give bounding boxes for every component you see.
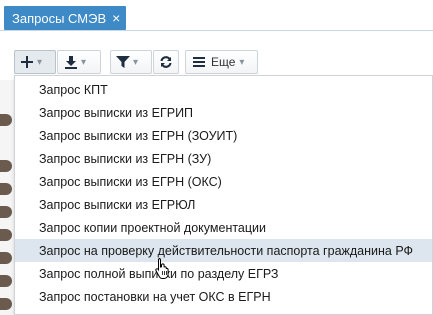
chevron-down-icon: ▾ [133, 56, 139, 68]
close-icon[interactable]: × [112, 11, 120, 25]
row-marker [0, 229, 12, 241]
chevron-down-icon: ▾ [81, 56, 87, 68]
row-marker [0, 252, 12, 264]
menu-item-kpt[interactable]: Запрос КПТ [15, 78, 432, 101]
tab-label: Запросы СМЭВ [12, 10, 107, 26]
grid-left-edge [0, 80, 14, 315]
menu-item-egrn-zouit[interactable]: Запрос выписки из ЕГРН (ЗОУИТ) [15, 124, 432, 147]
more-label: Еще [211, 55, 236, 69]
plus-icon [21, 56, 33, 68]
tab-underline [0, 30, 433, 31]
chevron-down-icon: ▾ [239, 56, 245, 68]
refresh-icon [160, 56, 172, 68]
filter-button[interactable]: ▾ [110, 50, 152, 74]
row-marker [0, 114, 12, 126]
row-marker [0, 183, 12, 195]
menu-item-project-docs[interactable]: Запрос копии проектной документации [15, 216, 432, 239]
menu-item-oks-registration[interactable]: Запрос постановки на учет ОКС в ЕГРН [15, 285, 432, 308]
refresh-button[interactable] [153, 50, 179, 74]
row-marker [0, 275, 12, 287]
menu-item-egrul[interactable]: Запрос выписки из ЕГРЮЛ [15, 193, 432, 216]
menu-item-egrip[interactable]: Запрос выписки из ЕГРИП [15, 101, 432, 124]
menu-item-egrz[interactable]: Запрос полной выписки по разделу ЕГРЗ [15, 262, 432, 285]
filter-icon [116, 56, 130, 68]
toolbar: ▾ ▾ ▾ Еще ▾ [0, 50, 433, 76]
download-button[interactable]: ▾ [57, 50, 101, 74]
add-dropdown-menu: Запрос КПТ Запрос выписки из ЕГРИП Запро… [14, 75, 433, 315]
menu-item-passport-check[interactable]: Запрос на проверку действительности пасп… [15, 239, 432, 262]
tab-smev-requests[interactable]: Запросы СМЭВ × [4, 6, 127, 30]
hamburger-icon [193, 57, 205, 67]
menu-item-egrn-zu[interactable]: Запрос выписки из ЕГРН (ЗУ) [15, 147, 432, 170]
row-marker [0, 298, 12, 310]
hand-cursor-icon [155, 258, 169, 279]
row-marker [0, 160, 12, 172]
add-menu-button[interactable]: ▾ [14, 50, 56, 74]
row-marker [0, 206, 12, 218]
download-icon [65, 56, 77, 69]
more-button[interactable]: Еще ▾ [185, 50, 258, 74]
chevron-down-icon: ▾ [37, 56, 43, 68]
menu-item-egrn-oks[interactable]: Запрос выписки из ЕГРН (ОКС) [15, 170, 432, 193]
